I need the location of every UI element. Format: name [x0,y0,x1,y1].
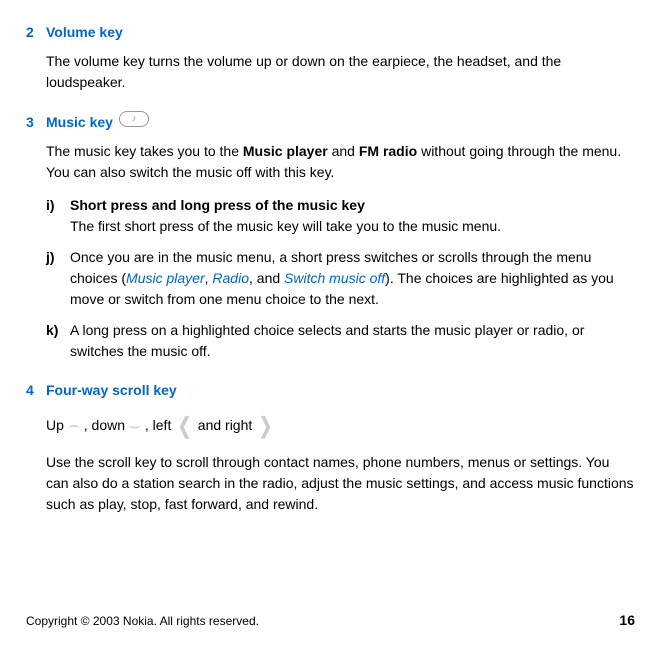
text: and [328,143,359,159]
bold-text: Music player [243,143,328,159]
list-content: Once you are in the music menu, a short … [70,247,635,310]
list-marker: k) [46,320,70,362]
section-heading: Four-way scroll key [46,380,177,401]
text-right: and right [198,415,252,436]
section-body: The volume key turns the volume up or do… [46,51,635,93]
section-scroll-key: 4 Four-way scroll key Up ⌢ , down ⌣ , le… [26,380,635,515]
text-left: , left [145,415,171,436]
list-subheading: Short press and long press of the music … [70,195,635,216]
section-volume-key: 2 Volume key The volume key turns the vo… [26,22,635,93]
list-marker: i) [46,195,70,237]
list-content: A long press on a highlighted choice sel… [70,320,635,362]
list-item-k: k) A long press on a highlighted choice … [46,320,635,362]
heading-row: 3 Music key [26,111,635,133]
section-number: 4 [26,380,46,401]
bold-text: FM radio [359,143,417,159]
list-text: A long press on a highlighted choice sel… [70,322,584,359]
heading-row: 2 Volume key [26,22,635,43]
copyright-text: Copyright © 2003 Nokia. All rights reser… [26,612,259,630]
list-content: Short press and long press of the music … [70,195,635,237]
menu-choice-link: Switch music off [284,270,385,286]
page-number: 16 [619,610,635,631]
section-number: 3 [26,112,46,133]
list-marker: j) [46,247,70,310]
arrow-down-icon: ⌣ [129,412,141,439]
text-up: Up [46,415,64,436]
list-item-i: i) Short press and long press of the mus… [46,195,635,237]
page-footer: Copyright © 2003 Nokia. All rights reser… [26,610,635,631]
section-body: The music key takes you to the Music pla… [46,141,635,183]
text: , and [249,270,284,286]
menu-choice-link: Music player [126,270,205,286]
arrow-up-icon: ⌢ [68,412,80,439]
scroll-key-directions: Up ⌢ , down ⌣ , left ❬ and right ❭ [46,409,635,442]
arrow-left-icon: ❬ [175,409,193,442]
text: The music key takes you to the [46,143,243,159]
section-music-key: 3 Music key The music key takes you to t… [26,111,635,362]
section-heading: Music key [46,112,113,133]
section-body: Use the scroll key to scroll through con… [46,452,635,515]
heading-row: 4 Four-way scroll key [26,380,635,401]
menu-choice-link: Radio [212,270,249,286]
list-text: The first short press of the music key w… [70,218,501,234]
text-down: , down [84,415,125,436]
section-heading: Volume key [46,22,123,43]
music-key-icon [119,111,149,127]
section-number: 2 [26,22,46,43]
arrow-right-icon: ❭ [256,409,274,442]
sub-list: i) Short press and long press of the mus… [46,195,635,362]
list-item-j: j) Once you are in the music menu, a sho… [46,247,635,310]
